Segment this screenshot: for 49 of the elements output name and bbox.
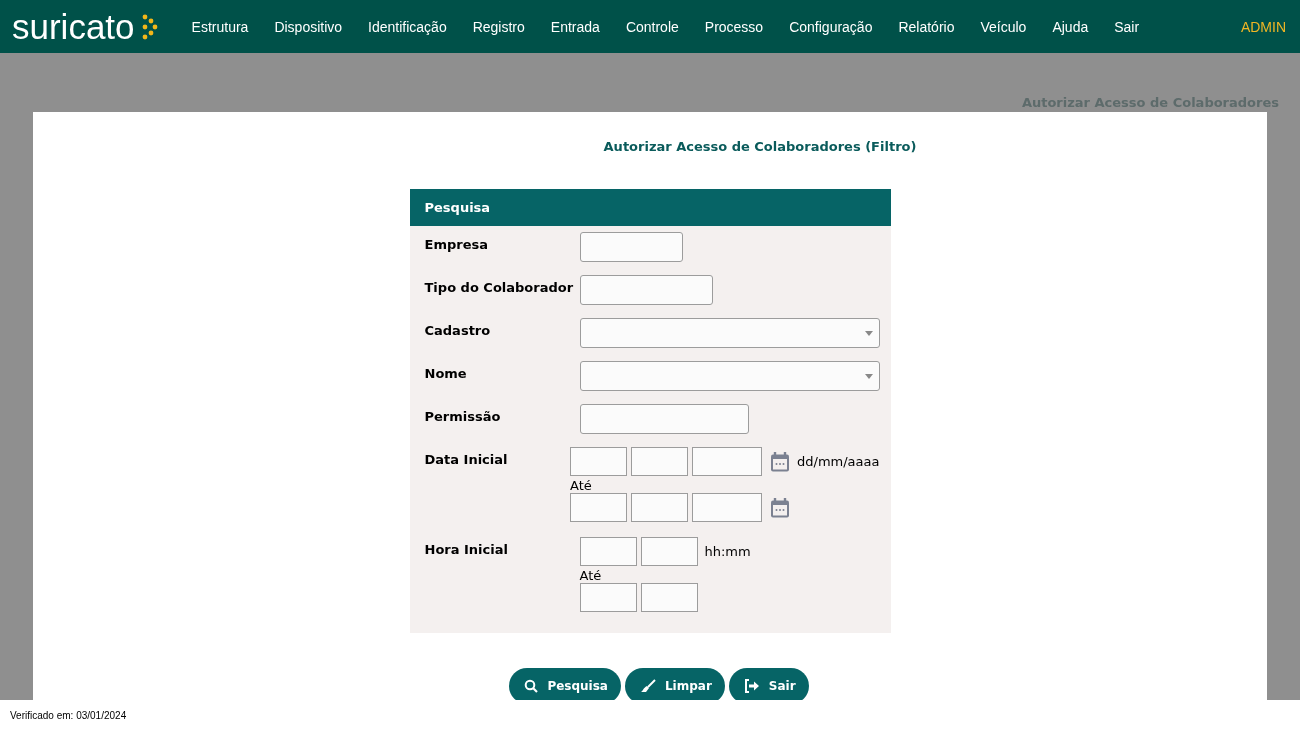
field-label: Empresa xyxy=(424,236,489,254)
range-label: Até xyxy=(579,568,603,583)
menu-item[interactable]: Processo xyxy=(691,18,777,35)
format-hint: dd/mm/aaaa xyxy=(797,454,880,469)
range-label: Até xyxy=(570,478,593,493)
menu-item[interactable]: Estrutura xyxy=(178,18,262,35)
input-field[interactable] xyxy=(579,583,637,612)
field-label: Tipo do Colaborador xyxy=(424,279,575,297)
field-label: Nome xyxy=(424,365,468,383)
caret-icon xyxy=(864,373,873,379)
input-field[interactable] xyxy=(579,404,749,434)
input-field[interactable] xyxy=(579,537,637,566)
field-label: Data Inicial xyxy=(424,451,509,469)
menu-item[interactable]: Relatório xyxy=(885,18,968,35)
dropdown-field[interactable] xyxy=(579,361,880,391)
input-field[interactable] xyxy=(631,447,689,476)
user-name[interactable]: ADMIN xyxy=(1240,18,1286,35)
input-field[interactable] xyxy=(570,493,628,522)
menu-item[interactable]: Ajuda xyxy=(1039,18,1102,35)
menu-item[interactable]: Registro xyxy=(459,18,538,35)
dropdown-field[interactable] xyxy=(579,318,880,348)
input-field[interactable] xyxy=(640,537,698,566)
menu-item[interactable]: Dispositivo xyxy=(261,18,356,35)
exit-icon xyxy=(743,679,760,693)
calendar-icon[interactable] xyxy=(770,496,791,519)
input-field[interactable] xyxy=(570,447,628,476)
logo-text: suricato xyxy=(12,9,135,44)
search-icon xyxy=(524,679,539,693)
input-field[interactable] xyxy=(579,275,713,305)
format-hint: hh:mm xyxy=(704,544,751,559)
calendar-icon[interactable] xyxy=(770,450,791,473)
menu-item[interactable]: Entrada xyxy=(537,18,613,35)
page-title: Autorizar Acesso de Colaboradores (Filtro) xyxy=(603,139,917,154)
field-label: Permissão xyxy=(424,408,502,426)
input-field[interactable] xyxy=(631,493,689,522)
menu-item[interactable]: Identificação xyxy=(355,18,460,35)
input-field[interactable] xyxy=(579,232,683,262)
menu-item[interactable]: Configuração xyxy=(776,18,886,35)
menu-item[interactable]: Veículo xyxy=(967,18,1040,35)
form-header: Pesquisa xyxy=(409,189,891,226)
input-field[interactable] xyxy=(640,583,698,612)
menu-item[interactable]: Sair xyxy=(1101,18,1153,35)
field-label: Hora Inicial xyxy=(424,541,509,559)
field-label: Cadastro xyxy=(424,322,492,340)
menu-item[interactable]: Controle xyxy=(612,18,692,35)
caret-icon xyxy=(864,330,873,336)
input-field[interactable] xyxy=(692,493,763,522)
broom-icon xyxy=(639,679,656,693)
input-field[interactable] xyxy=(692,447,763,476)
